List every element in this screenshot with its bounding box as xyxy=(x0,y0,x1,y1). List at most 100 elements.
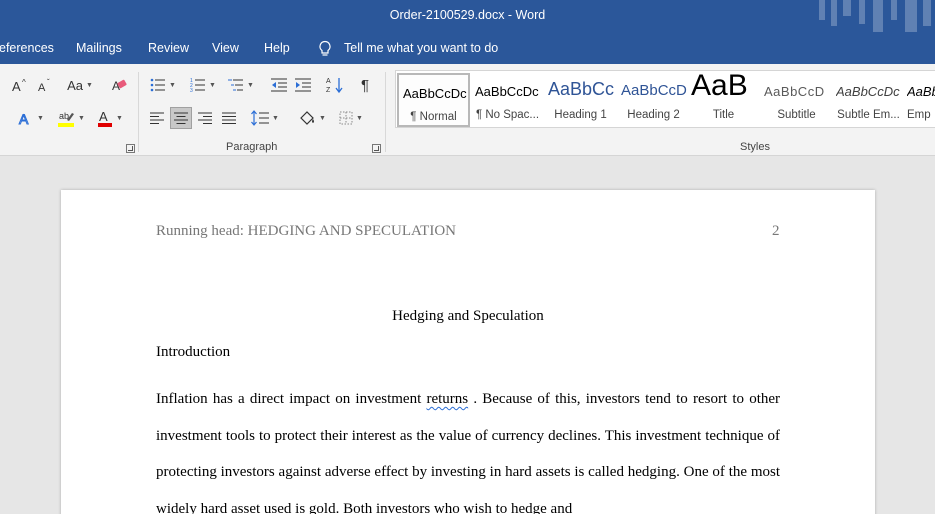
align-center-icon xyxy=(174,112,188,124)
body-paragraph: Inflation has a direct impact on investm… xyxy=(156,381,780,514)
font-dialog-launcher[interactable] xyxy=(126,144,135,153)
change-case-button[interactable]: Aa ▼ xyxy=(64,74,96,96)
paint-bucket-icon xyxy=(300,111,315,125)
line-spacing-button[interactable]: ▼ xyxy=(248,107,282,129)
shading-button[interactable]: ▼ xyxy=(294,107,330,129)
style-sample: AaBb xyxy=(907,84,935,99)
tab-review[interactable]: Review xyxy=(148,41,189,55)
align-center-button[interactable] xyxy=(170,107,192,129)
svg-text:A: A xyxy=(38,82,46,93)
style-subtle-emphasis[interactable]: AaBbCcDc Subtle Em... xyxy=(832,73,905,127)
spelling-flagged-word[interactable]: asset xyxy=(231,501,260,514)
style-label: ¶ No Spac... xyxy=(475,109,540,121)
change-case-label: Aa xyxy=(67,77,83,93)
highlighter-icon: ab xyxy=(58,111,75,127)
style-sample: AaBbCc xyxy=(548,79,615,99)
window-title: Order-2100529.docx - Word xyxy=(389,8,546,22)
numbering-button[interactable]: 1 2 3 ▼ xyxy=(186,74,220,96)
title-bar: Order-2100529.docx - Word xyxy=(0,0,935,32)
group-separator xyxy=(385,72,386,152)
style-subtitle[interactable]: AaBbCcD Subtitle xyxy=(760,73,833,127)
svg-text:A: A xyxy=(326,78,331,85)
align-right-icon xyxy=(198,112,212,124)
style-sample: AaBbCcDc xyxy=(403,86,467,101)
tell-me-text: Tell me what you want to do xyxy=(344,41,499,55)
svg-text:Z: Z xyxy=(326,87,331,94)
increase-indent-icon xyxy=(295,78,311,92)
numbering-icon: 1 2 3 xyxy=(190,78,206,92)
eraser-icon: A xyxy=(112,79,127,93)
bullets-icon xyxy=(150,78,166,92)
chevron-down-icon: ▼ xyxy=(209,81,216,89)
borders-button[interactable]: ▼ xyxy=(334,107,368,129)
tab-references[interactable]: eferences xyxy=(0,41,54,55)
increase-indent-button[interactable] xyxy=(292,74,314,96)
svg-text:A: A xyxy=(99,109,108,124)
style-title[interactable]: AaB Title xyxy=(687,73,760,127)
svg-text:^: ^ xyxy=(22,78,26,87)
style-heading-2[interactable]: AaBbCcD Heading 2 xyxy=(617,73,690,127)
style-emphasis[interactable]: AaBb Emp xyxy=(903,73,935,127)
justify-button[interactable] xyxy=(218,107,240,129)
text-effects-icon: A xyxy=(19,111,30,127)
paragraph-text: . Because of this, investors tend to res… xyxy=(156,391,781,514)
style-sample: AaBbCcDc xyxy=(836,84,900,99)
align-left-button[interactable] xyxy=(146,107,168,129)
style-label: Heading 2 xyxy=(627,109,680,121)
ribbon: A ^ A ˇ Aa ▼ A A ▼ ab ▼ A ▼ ▼ 1 2 3 ▼ ▼ … xyxy=(0,64,935,156)
tab-mailings[interactable]: Mailings xyxy=(76,41,122,55)
chevron-down-icon: ▼ xyxy=(247,81,254,89)
tab-view[interactable]: View xyxy=(212,41,239,55)
line-spacing-icon xyxy=(251,110,270,126)
spelling-flagged-word[interactable]: returns xyxy=(426,391,468,407)
running-head: Running head: HEDGING AND SPECULATION xyxy=(156,223,456,239)
style-sample: AaBbCcD xyxy=(764,84,825,99)
chevron-down-icon: ▼ xyxy=(85,81,93,89)
section-heading: Introduction xyxy=(156,344,231,360)
show-formatting-button[interactable]: ¶ xyxy=(354,74,376,96)
multilevel-list-button[interactable]: ▼ xyxy=(224,74,258,96)
bullets-button[interactable]: ▼ xyxy=(146,74,180,96)
highlight-button[interactable]: ab ▼ xyxy=(54,107,88,129)
page-number: 2 xyxy=(772,223,780,239)
svg-text:3: 3 xyxy=(190,88,193,92)
style-label: Subtitle xyxy=(777,109,816,121)
tab-help[interactable]: Help xyxy=(264,41,290,55)
font-color-icon: A xyxy=(98,109,113,127)
chevron-down-icon: ▼ xyxy=(169,81,176,89)
borders-icon xyxy=(339,111,353,125)
decrease-indent-button[interactable] xyxy=(268,74,290,96)
text-effects-button[interactable]: A ▼ xyxy=(16,107,46,129)
sort-button[interactable]: A Z xyxy=(324,74,346,96)
style-sample: AaB xyxy=(691,73,748,102)
style-label: ¶ Normal xyxy=(410,111,457,123)
style-sample: AaBbCcD xyxy=(621,82,687,99)
style-label: Emp xyxy=(907,109,931,121)
paragraph-dialog-launcher[interactable] xyxy=(372,144,381,153)
clear-formatting-button[interactable]: A xyxy=(108,74,130,96)
font-color-button[interactable]: A ▼ xyxy=(94,107,126,129)
lightbulb-icon xyxy=(319,40,331,56)
document-page[interactable]: Running head: HEDGING AND SPECULATION 2 … xyxy=(61,190,875,514)
align-right-button[interactable] xyxy=(194,107,216,129)
svg-text:A: A xyxy=(12,79,21,93)
chevron-down-icon: ▼ xyxy=(37,114,44,122)
chevron-down-icon: ▼ xyxy=(272,114,279,122)
multilevel-list-icon xyxy=(228,79,244,91)
style-no-spacing[interactable]: AaBbCcDc ¶ No Spac... xyxy=(471,73,544,127)
style-normal[interactable]: AaBbCcDc ¶ Normal xyxy=(397,73,470,127)
style-label: Heading 1 xyxy=(554,109,607,121)
grow-font-button[interactable]: A ^ xyxy=(10,74,32,96)
shrink-font-icon: A ˇ xyxy=(38,78,50,93)
grow-font-icon: A ^ xyxy=(12,78,26,93)
svg-text:ˇ: ˇ xyxy=(47,78,50,87)
align-left-icon xyxy=(150,112,164,124)
shrink-font-button[interactable]: A ˇ xyxy=(36,74,56,96)
ribbon-tabs: eferences Mailings Review View Help Tell… xyxy=(0,32,935,64)
chevron-down-icon: ▼ xyxy=(356,114,363,122)
styles-group-label: Styles xyxy=(740,141,770,153)
justify-icon xyxy=(222,112,236,124)
style-heading-1[interactable]: AaBbCc Heading 1 xyxy=(544,73,617,127)
style-sample: AaBbCcDc xyxy=(475,84,539,99)
paragraph-text: Inflation has a direct impact on investm… xyxy=(156,391,427,407)
